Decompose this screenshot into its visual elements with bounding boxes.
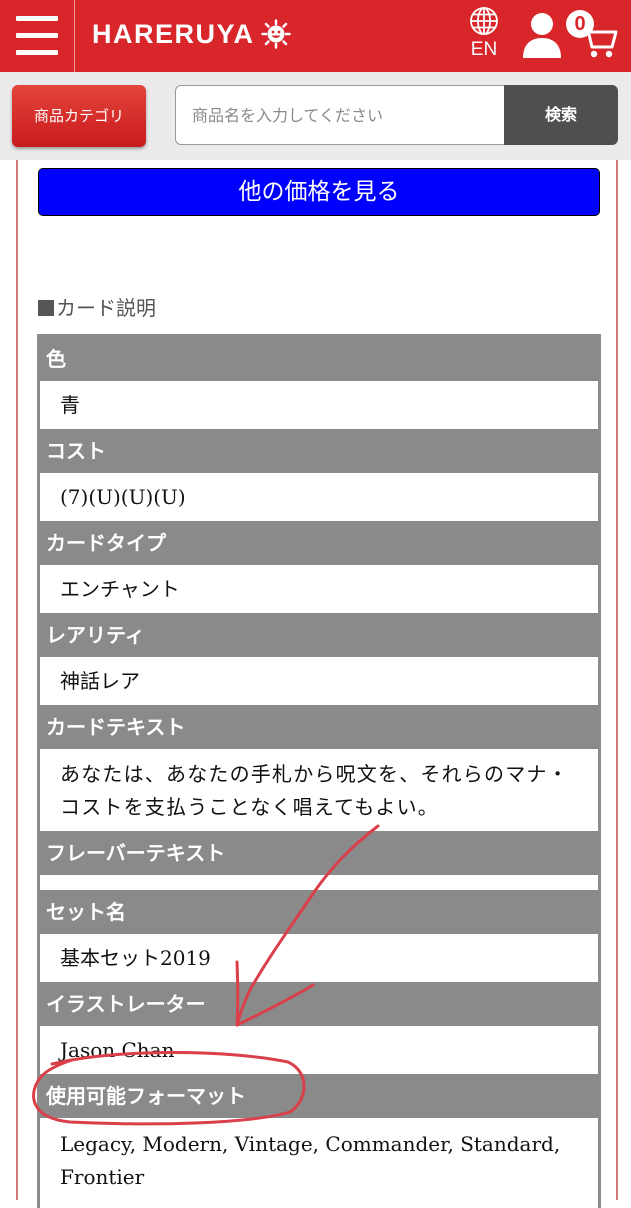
globe-icon — [470, 7, 498, 35]
search-button[interactable]: 検索 — [504, 85, 618, 145]
spec-value-illustrator: Jason Chan — [40, 1026, 598, 1074]
spec-value-flavor-text — [40, 875, 598, 890]
user-icon — [523, 13, 561, 58]
language-switch[interactable]: EN — [462, 6, 506, 66]
menu-bar — [16, 16, 58, 21]
spec-value-color: 青 — [40, 381, 598, 429]
account-button[interactable] — [520, 10, 564, 60]
hamburger-menu-button[interactable] — [0, 0, 75, 72]
section-title: カード説明 — [38, 294, 156, 322]
logo-text: HARERUYA — [92, 19, 255, 49]
category-button[interactable]: 商品カテゴリ — [12, 85, 146, 147]
search-input[interactable] — [175, 85, 507, 145]
other-price-button[interactable]: 他の価格を見る — [38, 168, 600, 216]
spec-label-card-type: カードタイプ — [40, 521, 598, 565]
square-bullet-icon — [38, 300, 54, 316]
spec-label-color: 色 — [40, 337, 598, 381]
spec-label-rarity: レアリティ — [40, 613, 598, 657]
menu-bar — [16, 33, 58, 38]
search-bar: 商品カテゴリ 検索 — [0, 72, 631, 160]
sun-face-icon — [260, 19, 291, 49]
spec-label-illustrator: イラストレーター — [40, 982, 598, 1026]
section-title-text: カード説明 — [56, 296, 156, 320]
site-logo[interactable]: HARERUYA — [92, 16, 291, 52]
cart-button[interactable]: 0 — [562, 6, 620, 62]
menu-bar — [16, 50, 58, 55]
spec-value-card-text: あなたは、あなたの手札から呪文を、それらのマナ・コストを支払うことなく唱えてもよ… — [40, 749, 598, 831]
spec-value-card-type: エンチャント — [40, 565, 598, 613]
language-label: EN — [470, 39, 498, 60]
cart-count-badge: 0 — [566, 10, 594, 38]
spec-value-rarity: 神話レア — [40, 657, 598, 705]
spec-label-cost: コスト — [40, 429, 598, 473]
spec-value-cost: (7)(U)(U)(U) — [40, 473, 598, 521]
spec-value-formats: Legacy, Modern, Vintage, Commander, Stan… — [40, 1118, 598, 1208]
spec-label-flavor-text: フレーバーテキスト — [40, 831, 598, 875]
spec-value-set-name: 基本セット2019 — [40, 934, 598, 982]
card-spec-table: 色 青 コスト (7)(U)(U)(U) カードタイプ エンチャント レアリティ… — [37, 334, 601, 1208]
spec-label-card-text: カードテキスト — [40, 705, 598, 749]
spec-label-formats: 使用可能フォーマット — [40, 1074, 598, 1118]
spec-label-set-name: セット名 — [40, 890, 598, 934]
site-header: HARERUYA EN 0 — [0, 0, 631, 72]
